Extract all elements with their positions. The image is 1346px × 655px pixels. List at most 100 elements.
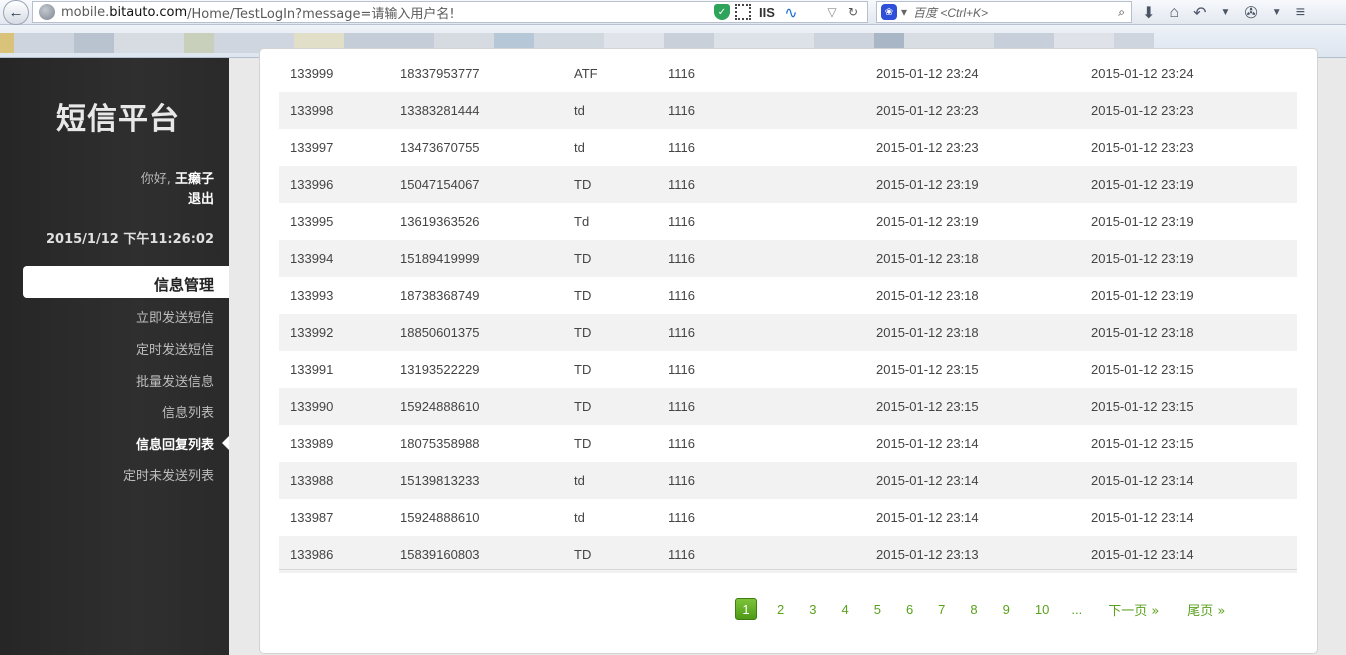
iis-icon[interactable]: IIS (756, 4, 778, 20)
page-link-4[interactable]: 4 (841, 602, 848, 617)
nav-item-send-now[interactable]: 立即发送短信 (136, 307, 214, 326)
cell-sent-time: 2015-01-12 23:13 (876, 547, 979, 562)
logout-link[interactable]: 退出 (188, 188, 214, 207)
cell-code: 1116 (668, 177, 695, 192)
reply-table: 133999 18337953777 ATF 1116 2015-01-12 23:24… (279, 55, 1297, 573)
cell-content: TD (574, 288, 592, 303)
cell-phone: 18738368749 (400, 288, 480, 303)
page-link-6[interactable]: 6 (906, 602, 913, 617)
cell-content: td (574, 103, 585, 118)
main-content: 133999 18337953777 ATF 1116 2015-01-12 23:24… (229, 48, 1346, 655)
cell-content: td (574, 510, 585, 525)
cell-code: 1116 (668, 399, 695, 414)
cell-id: 133994 (290, 251, 334, 266)
table-row: 133997 13473670755 td 1116 2015-01-12 23:23 2… (279, 129, 1297, 166)
undo-icon[interactable]: ↶ (1193, 3, 1206, 23)
last-page-link[interactable]: 尾页 » (1187, 600, 1225, 619)
menu-icon[interactable]: ≡ (1296, 4, 1305, 22)
cell-sent-time: 2015-01-12 23:18 (876, 251, 979, 266)
cell-sent-time: 2015-01-12 23:14 (876, 510, 979, 525)
cell-content: TD (574, 325, 592, 340)
table-row: 133987 15924888610 td 1116 2015-01-12 23:14 2… (279, 499, 1297, 536)
cell-content: ATF (574, 66, 598, 81)
username: 王癞子 (174, 172, 214, 187)
page-link-2[interactable]: 2 (777, 602, 784, 617)
qr-code-icon[interactable] (735, 4, 751, 20)
download-icon[interactable]: ⬇ (1142, 3, 1155, 23)
url-path: /Home/TestLogIn?message=请输入用户名! (187, 6, 455, 22)
nav-section-info-management[interactable]: 信息管理 (23, 266, 229, 298)
cell-content: TD (574, 547, 592, 562)
cell-id: 133999 (290, 66, 334, 81)
windows-logo-icon[interactable] (804, 5, 819, 20)
cell-sent-time: 2015-01-12 23:18 (876, 325, 979, 340)
table-row: 133992 18850601375 TD 1116 2015-01-12 23:18 2… (279, 314, 1297, 351)
cell-received-time: 2015-01-12 23:15 (1091, 436, 1194, 451)
sidebar: 短信平台 你好, 王癞子 退出 2015/1/12 下午11:26:02 信息管… (0, 58, 229, 655)
cell-phone: 13193522229 (400, 362, 480, 377)
cell-code: 1116 (668, 325, 695, 340)
pagination: 1 2 3 4 5 6 7 8 9 10... 下一页 » 尾页 » (735, 598, 1250, 620)
cell-received-time: 2015-01-12 23:23 (1091, 140, 1194, 155)
browser-toolbar: ← mobile. bitauto.com/Home/TestLogIn?mess… (0, 0, 1346, 25)
reload-icon[interactable]: ↻ (845, 4, 861, 20)
table-row: 133991 13193522229 TD 1116 2015-01-12 23:15 2… (279, 351, 1297, 388)
address-bar[interactable]: mobile. bitauto.com/Home/TestLogIn?messag… (32, 1, 868, 23)
nav-item-scheduled-send[interactable]: 定时发送短信 (136, 339, 214, 358)
cell-phone: 18850601375 (400, 325, 480, 340)
chevron-down-icon[interactable]: ▽ (824, 4, 840, 20)
cell-code: 1116 (668, 473, 695, 488)
engine-dropdown-icon[interactable]: ▾ (901, 5, 907, 19)
page-ellipsis: ... (1071, 601, 1083, 617)
search-input[interactable]: ❀ ▾ 百度 <Ctrl+K> ⌕ (876, 1, 1132, 23)
search-icon[interactable]: ⌕ (1118, 5, 1125, 20)
cell-id: 133988 (290, 473, 334, 488)
cell-code: 1116 (668, 362, 695, 377)
cell-code: 1116 (668, 103, 695, 118)
cell-id: 133991 (290, 362, 334, 377)
back-arrow-icon: ← (8, 4, 24, 21)
cell-id: 133990 (290, 399, 334, 414)
next-page-link[interactable]: 下一页 » (1108, 600, 1159, 619)
cell-received-time: 2015-01-12 23:19 (1091, 177, 1194, 192)
cell-phone: 15924888610 (400, 399, 480, 414)
cell-received-time: 2015-01-12 23:19 (1091, 288, 1194, 303)
url-prefix: mobile. (61, 4, 110, 20)
baidu-paw-icon[interactable]: ❀ (881, 4, 897, 20)
cell-phone: 15139813233 (400, 473, 480, 488)
cell-id: 133992 (290, 325, 334, 340)
nav-item-reply-list[interactable]: 信息回复列表 (136, 434, 214, 453)
shield-icon[interactable]: ✓ (714, 4, 730, 20)
dropdown-arrow-icon[interactable]: ▼ (1272, 7, 1282, 18)
page-link-1[interactable]: 1 (735, 598, 757, 620)
nav-item-batch-send[interactable]: 批量发送信息 (136, 371, 214, 390)
site-identity-icon[interactable] (39, 4, 55, 20)
current-datetime: 2015/1/12 下午11:26:02 (45, 232, 214, 247)
page-link-5[interactable]: 5 (874, 602, 881, 617)
cell-content: TD (574, 177, 592, 192)
page-link-7[interactable]: 7 (938, 602, 945, 617)
table-row: 133994 15189419999 TD 1116 2015-01-12 23:18 2… (279, 240, 1297, 277)
page-link-3[interactable]: 3 (809, 602, 816, 617)
cell-sent-time: 2015-01-12 23:15 (876, 399, 979, 414)
cell-received-time: 2015-01-12 23:19 (1091, 251, 1194, 266)
table-bottom-border (279, 569, 1297, 570)
cell-phone: 13383281444 (400, 103, 480, 118)
page-link-9[interactable]: 9 (1003, 602, 1010, 617)
home-icon[interactable]: ⌂ (1169, 4, 1179, 22)
active-item-caret (222, 436, 229, 450)
ie-tab-icon[interactable]: ∿ (783, 3, 799, 22)
page-link-10[interactable]: 10 (1035, 602, 1049, 617)
cell-content: TD (574, 436, 592, 451)
cell-phone: 18075358988 (400, 436, 480, 451)
dropdown-arrow-icon[interactable]: ▼ (1220, 7, 1230, 18)
table-row: 133995 13619363526 Td 1116 2015-01-12 23:19 2… (279, 203, 1297, 240)
nav-item-message-list[interactable]: 信息列表 (162, 402, 214, 421)
table-row: 133999 18337953777 ATF 1116 2015-01-12 23:24… (279, 55, 1297, 92)
page-link-8[interactable]: 8 (970, 602, 977, 617)
back-button[interactable]: ← (3, 0, 29, 25)
nav-item-unsent-scheduled-list[interactable]: 定时未发送列表 (123, 465, 214, 484)
extension-icon[interactable]: ✇ (1244, 3, 1257, 23)
cell-sent-time: 2015-01-12 23:15 (876, 362, 979, 377)
url-host: bitauto.com (109, 4, 188, 20)
